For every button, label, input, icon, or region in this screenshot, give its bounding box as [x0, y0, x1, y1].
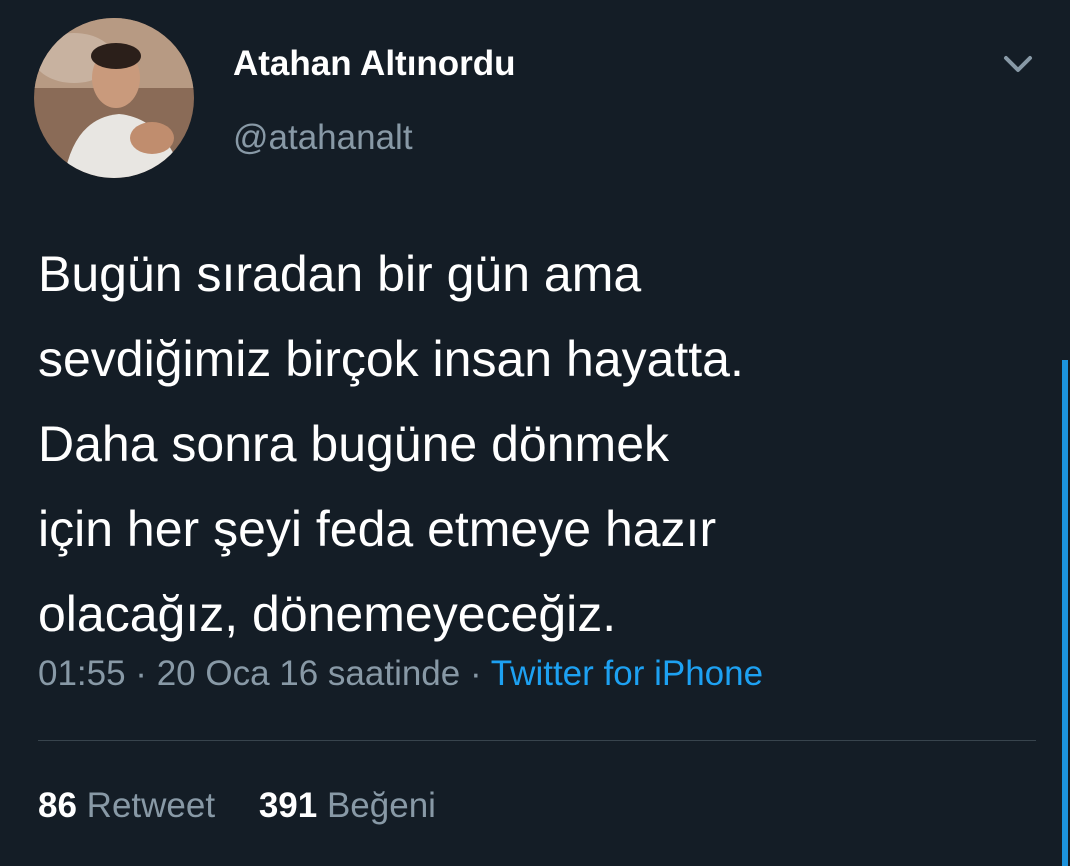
- meta-separator: ·: [460, 654, 491, 693]
- tweet-text-line: için her şeyi feda etmeye hazır: [38, 501, 717, 557]
- chevron-down-icon[interactable]: [996, 50, 1040, 80]
- tweet-text: Bugün sıradan bir gün ama sevdiğimiz bir…: [38, 232, 1038, 657]
- tweet-text-line: sevdiğimiz birçok insan hayatta.: [38, 331, 744, 387]
- scrollbar[interactable]: [1062, 360, 1068, 866]
- like-count: 391: [258, 786, 318, 825]
- divider: [38, 740, 1036, 741]
- like-stat[interactable]: 391 Beğeni: [259, 786, 436, 825]
- retweet-stat[interactable]: 86 Retweet: [38, 786, 215, 825]
- retweet-label: Retweet: [86, 786, 216, 825]
- avatar[interactable]: [34, 18, 194, 178]
- avatar-image: [34, 18, 194, 178]
- retweet-count: 86: [38, 786, 77, 825]
- like-label: Beğeni: [326, 786, 436, 825]
- tweet-timestamp[interactable]: 01:55 · 20 Oca 16 saatinde: [38, 654, 460, 693]
- tweet-text-line: Daha sonra bugüne dönmek: [38, 416, 670, 472]
- tweet-text-line: Bugün sıradan bir gün ama: [38, 246, 642, 302]
- tweet-card: Atahan Altınordu @atahanalt Bugün sırada…: [0, 0, 1070, 866]
- tweet-stats: 86 Retweet 391 Beğeni: [38, 786, 470, 826]
- tweet-source-link[interactable]: Twitter for iPhone: [491, 654, 763, 693]
- author-handle[interactable]: @atahanalt: [233, 118, 413, 158]
- author-name[interactable]: Atahan Altınordu: [233, 44, 516, 84]
- tweet-text-line: olacağız, dönemeyeceğiz.: [38, 586, 617, 642]
- tweet-meta: 01:55 · 20 Oca 16 saatinde · Twitter for…: [38, 654, 763, 694]
